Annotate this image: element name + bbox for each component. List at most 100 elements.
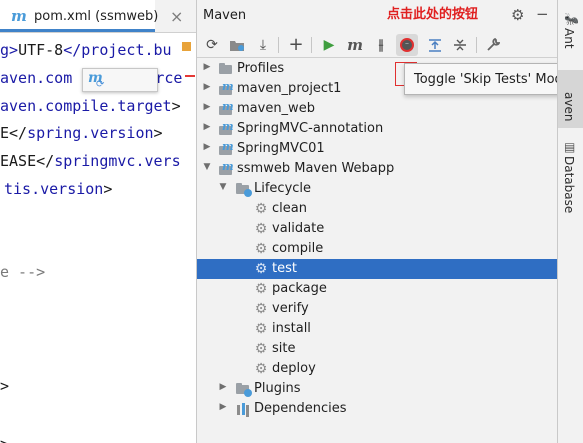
code-token: >: [0, 435, 9, 443]
annotation-text: 点击此处的按钮: [387, 7, 479, 22]
lifecycle-folder-icon: [235, 181, 252, 197]
tree-node-label: package: [272, 281, 327, 296]
toggle-offline-icon[interactable]: ⫲: [370, 34, 392, 56]
lifecycle-phase-deploy[interactable]: ⚙ deploy: [197, 359, 558, 379]
add-icon[interactable]: +: [285, 34, 307, 56]
expand-arrow-icon[interactable]: ▶: [202, 62, 212, 72]
maven-project-icon: [218, 99, 234, 117]
expand-arrow-icon[interactable]: ▶: [202, 122, 212, 132]
editor-tab-bar: m pom.xml (ssmweb) ×: [0, 0, 196, 33]
code-token: e -->: [0, 263, 46, 281]
tree-node-label: maven_project1: [237, 81, 342, 96]
lifecycle-phase-test[interactable]: ⚙ test: [197, 259, 558, 279]
code-token: springmvc.vers: [54, 152, 181, 170]
lifecycle-phase-site[interactable]: ⚙ site: [197, 339, 558, 359]
code-line: aven.compile.target>: [0, 94, 181, 118]
expand-arrow-icon[interactable]: ▶: [202, 82, 212, 92]
tooltip: Toggle 'Skip Tests' Mode: [404, 63, 571, 95]
code-token: </project.bu: [63, 41, 172, 59]
toolbar-separator: [278, 37, 279, 53]
minimize-icon[interactable]: −: [536, 5, 549, 23]
generate-sources-icon[interactable]: [226, 34, 248, 56]
code-editor[interactable]: m pom.xml (ssmweb) × g>UTF-8</project.bu…: [0, 0, 196, 443]
expand-arrow-icon[interactable]: ▶: [202, 142, 212, 152]
skip-tests-icon[interactable]: ⁻: [396, 34, 418, 56]
maven-project-icon: [218, 119, 234, 137]
stripe-tab-database[interactable]: ▤ Database: [558, 138, 583, 213]
tree-node-plugins[interactable]: ▶ Plugins: [197, 379, 558, 399]
tree-node-label: Profiles: [237, 61, 285, 76]
lifecycle-phase-verify[interactable]: ⚙ verify: [197, 299, 558, 319]
tooltip-text: Toggle 'Skip Tests' Mode: [414, 72, 571, 87]
ant-icon: 🐜: [564, 12, 579, 26]
right-tool-stripe: 🐜 Ant aven ▤ Database: [557, 0, 583, 443]
tree-node-label: Dependencies: [254, 401, 347, 416]
code-line: >: [0, 374, 9, 398]
tree-node-label: install: [272, 321, 311, 336]
gear-icon[interactable]: ⚙: [511, 6, 524, 24]
stripe-label: aven: [562, 92, 576, 122]
code-line: tis.version>: [4, 177, 112, 201]
maven-project-icon: [218, 159, 234, 177]
code-token: UTF-8: [18, 41, 64, 59]
maven-reload-popup[interactable]: m ⟳: [82, 68, 158, 92]
editor-tab-title: pom.xml (ssmweb): [34, 9, 159, 24]
tree-node-dependencies[interactable]: ▶ Dependencies: [197, 399, 558, 419]
code-token: >: [153, 124, 163, 142]
plugins-folder-icon: [235, 381, 252, 397]
lifecycle-phase-clean[interactable]: ⚙ clean: [197, 199, 558, 219]
collapse-arrow-icon[interactable]: ▼: [218, 182, 228, 192]
show-dependencies-icon[interactable]: [424, 34, 446, 56]
maven-project-icon: [218, 139, 234, 157]
expand-arrow-icon[interactable]: ▶: [218, 382, 228, 392]
tree-node-label: ssmweb Maven Webapp: [237, 161, 395, 176]
editor-tab-pom[interactable]: m pom.xml (ssmweb): [0, 0, 159, 32]
code-token: >: [103, 180, 113, 198]
tree-node-project[interactable]: ▶ SpringMVC-annotation: [197, 119, 558, 139]
tree-node-label: Lifecycle: [254, 181, 312, 196]
collapse-arrow-icon[interactable]: ▼: [202, 162, 212, 172]
code-token: EASE</: [0, 152, 55, 170]
code-token: tis.version: [4, 180, 104, 198]
database-icon: ▤: [564, 140, 576, 154]
gear-icon: ⚙: [254, 321, 268, 337]
code-line: >: [0, 432, 9, 443]
tree-node-lifecycle[interactable]: ▼ Lifecycle: [197, 179, 558, 199]
tree-node-label: compile: [272, 241, 324, 256]
lifecycle-phase-package[interactable]: ⚙ package: [197, 279, 558, 299]
tree-node-project[interactable]: ▶ maven_web: [197, 99, 558, 119]
code-token: g>: [0, 41, 19, 59]
stripe-label: Ant: [562, 28, 576, 49]
toolbar-separator: [476, 37, 477, 53]
reload-icon[interactable]: ⟳: [201, 34, 223, 56]
tree-node-label: SpringMVC-annotation: [237, 121, 384, 136]
stripe-tab-maven[interactable]: aven: [558, 70, 583, 128]
expand-arrow-icon[interactable]: ▶: [202, 102, 212, 112]
lifecycle-phase-validate[interactable]: ⚙ validate: [197, 219, 558, 239]
download-icon[interactable]: ⤓: [252, 34, 274, 56]
code-line: e -->: [0, 260, 45, 284]
tree-node-project[interactable]: ▼ ssmweb Maven Webapp: [197, 159, 558, 179]
lifecycle-phase-compile[interactable]: ⚙ compile: [197, 239, 558, 259]
code-token: E</: [0, 124, 28, 142]
tree-node-label: validate: [272, 221, 325, 236]
error-stripe-marker[interactable]: [185, 75, 195, 77]
close-icon[interactable]: ×: [170, 7, 183, 26]
code-line: g>UTF-8</project.bu: [0, 38, 172, 62]
code-line: EASE</springmvc.vers: [0, 149, 181, 173]
execute-goal-icon[interactable]: m: [344, 34, 366, 56]
stripe-tab-ant[interactable]: 🐜 Ant: [558, 10, 583, 52]
tree-node-project[interactable]: ▶ SpringMVC01: [197, 139, 558, 159]
gear-icon: ⚙: [254, 341, 268, 357]
run-icon[interactable]: ▶: [318, 34, 340, 56]
maven-project-icon: [218, 79, 234, 97]
expand-arrow-icon[interactable]: ▶: [218, 402, 228, 412]
folder-icon: [218, 61, 234, 77]
tree-node-label: verify: [272, 301, 309, 316]
lifecycle-phase-install[interactable]: ⚙ install: [197, 319, 558, 339]
tree-node-label: SpringMVC01: [237, 141, 325, 156]
maven-toolbar: ⟳ ⤓ + ▶ m ⫲ ⁻: [197, 31, 558, 86]
settings-wrench-icon[interactable]: [482, 34, 504, 56]
collapse-all-icon[interactable]: [449, 34, 471, 56]
warning-marker-icon[interactable]: [182, 42, 191, 51]
